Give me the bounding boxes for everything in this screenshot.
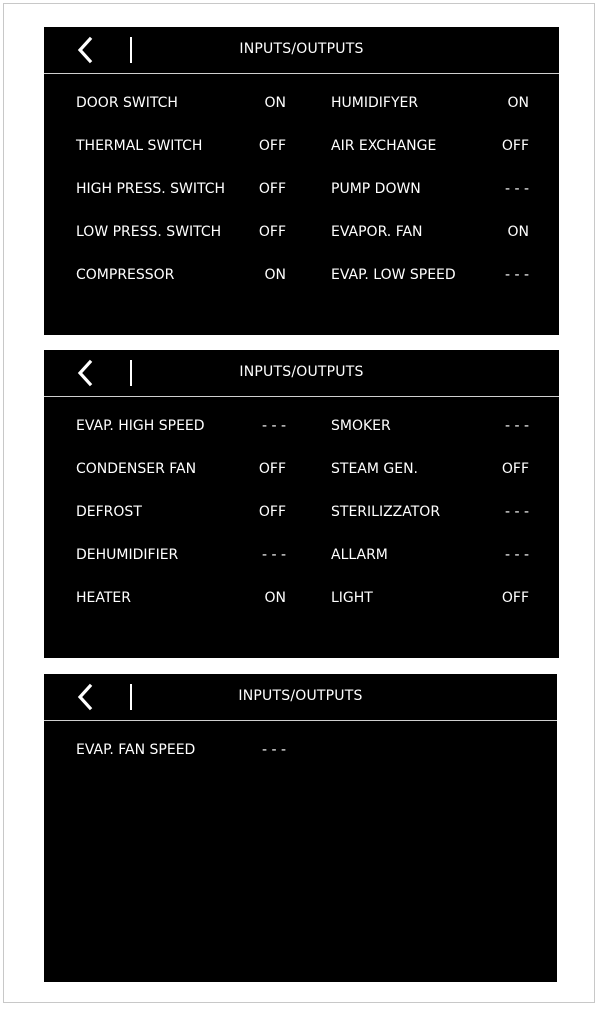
io-row: CONDENSER FAN OFF STEAM GEN. OFF bbox=[44, 461, 559, 485]
io-label: EVAPOR. FAN bbox=[331, 224, 423, 240]
page-title: INPUTS/OUTPUTS bbox=[239, 41, 364, 57]
io-label: AIR EXCHANGE bbox=[331, 138, 437, 154]
io-screen-2: INPUTS/OUTPUTS EVAP. HIGH SPEED - - - SM… bbox=[44, 350, 559, 658]
io-value: - - - bbox=[261, 742, 286, 758]
io-label: LIGHT bbox=[331, 590, 373, 606]
io-value: OFF bbox=[258, 181, 286, 197]
page-title: INPUTS/OUTPUTS bbox=[239, 364, 364, 380]
page-title: INPUTS/OUTPUTS bbox=[238, 688, 363, 704]
io-label: ALLARM bbox=[331, 547, 388, 563]
io-label: DEFROST bbox=[76, 504, 142, 520]
io-label: STERILIZZATOR bbox=[331, 504, 441, 520]
io-value: OFF bbox=[258, 461, 286, 477]
screen-header: INPUTS/OUTPUTS bbox=[44, 27, 559, 74]
io-value: OFF bbox=[501, 138, 529, 154]
io-row: COMPRESSOR ON EVAP. LOW SPEED - - - bbox=[44, 267, 559, 291]
io-value: OFF bbox=[501, 461, 529, 477]
io-label: PUMP DOWN bbox=[331, 181, 421, 197]
io-label: LOW PRESS. SWITCH bbox=[76, 224, 222, 240]
io-label: HUMIDIFYER bbox=[331, 95, 419, 111]
io-label: EVAP. FAN SPEED bbox=[76, 742, 196, 758]
io-row: DOOR SWITCH ON HUMIDIFYER ON bbox=[44, 95, 559, 119]
io-label: STEAM GEN. bbox=[331, 461, 419, 477]
io-value: OFF bbox=[258, 504, 286, 520]
io-label: HIGH PRESS. SWITCH bbox=[76, 181, 226, 197]
io-value: - - - bbox=[504, 547, 529, 563]
io-value: OFF bbox=[501, 590, 529, 606]
io-label: EVAP. LOW SPEED bbox=[331, 267, 456, 283]
io-row: EVAP. HIGH SPEED - - - SMOKER - - - bbox=[44, 418, 559, 442]
io-value: ON bbox=[264, 95, 287, 111]
io-value: OFF bbox=[258, 138, 286, 154]
io-value: ON bbox=[264, 267, 287, 283]
io-value: ON bbox=[507, 95, 530, 111]
io-screen-3: INPUTS/OUTPUTS EVAP. FAN SPEED - - - bbox=[44, 674, 557, 982]
io-screen-1: INPUTS/OUTPUTS DOOR SWITCH ON HUMIDIFYER… bbox=[44, 27, 559, 335]
io-value: - - - bbox=[504, 267, 529, 283]
io-row: HEATER ON LIGHT OFF bbox=[44, 590, 559, 614]
io-label: THERMAL SWITCH bbox=[76, 138, 203, 154]
io-value: - - - bbox=[261, 418, 286, 434]
io-row: EVAP. FAN SPEED - - - bbox=[44, 742, 557, 766]
io-label: SMOKER bbox=[331, 418, 391, 434]
io-value: - - - bbox=[504, 181, 529, 197]
io-value: - - - bbox=[504, 418, 529, 434]
io-value: - - - bbox=[504, 504, 529, 520]
io-row: HIGH PRESS. SWITCH OFF PUMP DOWN - - - bbox=[44, 181, 559, 205]
screen-header: INPUTS/OUTPUTS bbox=[44, 350, 559, 397]
io-label: CONDENSER FAN bbox=[76, 461, 197, 477]
io-label: DOOR SWITCH bbox=[76, 95, 178, 111]
io-row: DEHUMIDIFIER - - - ALLARM - - - bbox=[44, 547, 559, 571]
io-label: EVAP. HIGH SPEED bbox=[76, 418, 205, 434]
io-label: DEHUMIDIFIER bbox=[76, 547, 179, 563]
io-value: ON bbox=[264, 590, 287, 606]
io-value: OFF bbox=[258, 224, 286, 240]
io-label: HEATER bbox=[76, 590, 131, 606]
io-label: COMPRESSOR bbox=[76, 267, 175, 283]
io-row: LOW PRESS. SWITCH OFF EVAPOR. FAN ON bbox=[44, 224, 559, 248]
io-row: DEFROST OFF STERILIZZATOR - - - bbox=[44, 504, 559, 528]
screen-header: INPUTS/OUTPUTS bbox=[44, 674, 557, 721]
io-value: ON bbox=[507, 224, 530, 240]
io-row: THERMAL SWITCH OFF AIR EXCHANGE OFF bbox=[44, 138, 559, 162]
io-value: - - - bbox=[261, 547, 286, 563]
